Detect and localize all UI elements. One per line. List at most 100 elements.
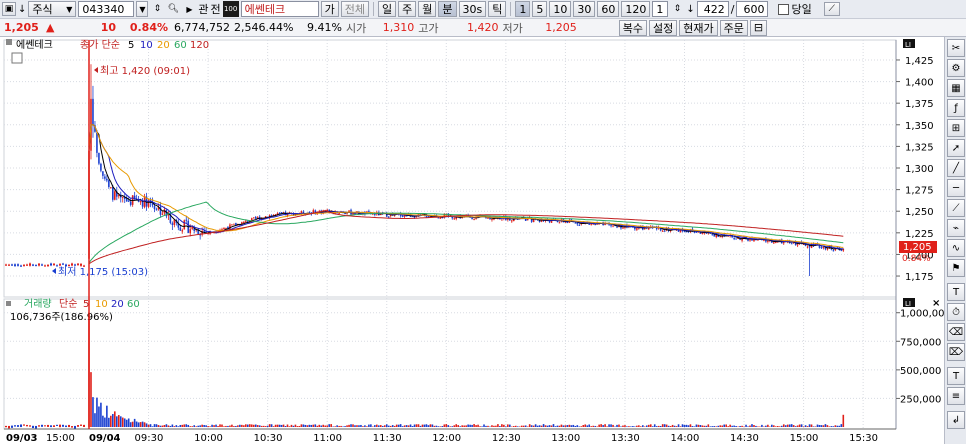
- list-tool-icon[interactable]: ≡: [947, 387, 965, 405]
- flag-tool-icon[interactable]: ⚑: [947, 259, 965, 277]
- volume-bar: [568, 424, 571, 427]
- text-tool-icon[interactable]: T: [947, 283, 965, 301]
- order-button[interactable]: 주문: [719, 19, 748, 36]
- volume-bar: [308, 424, 311, 427]
- period-month-button[interactable]: 월: [418, 1, 437, 17]
- text-box-tool-icon[interactable]: T: [947, 367, 965, 385]
- wave-tool-icon[interactable]: ∿: [947, 239, 965, 257]
- low-annotation-label: 최저 1,175 (15:03): [58, 266, 148, 278]
- spin-icon[interactable]: ⇕: [150, 2, 164, 16]
- candle-body: [112, 187, 114, 200]
- erase-all-tool-icon[interactable]: ⌦: [947, 343, 965, 361]
- time-tick-label: 11:30: [373, 433, 402, 444]
- line-tool-icon[interactable]: ─: [947, 179, 965, 197]
- candle-body: [26, 264, 28, 266]
- volume-bar: [241, 424, 243, 427]
- volume-bar: [788, 424, 791, 427]
- play-icon[interactable]: ▶: [182, 2, 196, 16]
- volume-bar: [497, 424, 499, 427]
- candle-body: [11, 264, 13, 266]
- volume-bar: [834, 425, 837, 427]
- chart-type-icon[interactable]: ▣: [2, 2, 16, 16]
- indicator-tool-icon[interactable]: ⊞: [947, 119, 965, 137]
- erase-tool-icon[interactable]: ⌫: [947, 323, 965, 341]
- stock-code-input[interactable]: 043340: [78, 1, 135, 17]
- period-week-button[interactable]: 주: [398, 1, 417, 17]
- interval-30-button[interactable]: 30: [573, 1, 596, 17]
- arrow-down-icon[interactable]: ↓: [686, 4, 694, 15]
- volume-bar: [328, 424, 330, 427]
- interval-5-button[interactable]: 5: [532, 1, 548, 17]
- multi-button[interactable]: 복수: [618, 19, 647, 36]
- crosshair-tool-icon[interactable]: ✂: [947, 39, 965, 57]
- volume-bar: [175, 425, 178, 427]
- color-tool-icon[interactable]: ▦: [947, 79, 965, 97]
- period-day-button[interactable]: 일: [378, 1, 397, 17]
- trendline-tool-icon[interactable]: ╱: [947, 159, 965, 177]
- angle-tool-icon[interactable]: ⟋: [947, 199, 965, 217]
- volume-bar: [262, 425, 265, 427]
- divider: [373, 2, 375, 16]
- chart-settings-icon[interactable]: ⟋: [823, 2, 840, 16]
- volume-bar: [485, 425, 487, 427]
- volume-bar: [312, 424, 315, 427]
- volume-bar: [800, 424, 803, 427]
- period-minute-button[interactable]: 분: [438, 1, 457, 17]
- volume-bar: [685, 424, 688, 427]
- volume-bar: [316, 425, 319, 427]
- candle-body: [17, 264, 19, 266]
- current-price-button[interactable]: 현재가: [679, 19, 718, 36]
- volume-bar: [842, 414, 845, 427]
- volume-bar: [131, 421, 134, 427]
- volume-bar: [578, 426, 581, 427]
- change-value: 10: [100, 21, 116, 34]
- volume-bar: [784, 425, 787, 427]
- search-icon[interactable]: 🔍︎: [166, 2, 180, 16]
- volume-bar: [108, 417, 110, 427]
- gwan-button[interactable]: 관: [198, 1, 208, 17]
- market-select[interactable]: 주식 ▼: [28, 1, 77, 17]
- jeon-button[interactable]: 전: [211, 1, 221, 17]
- today-checkbox[interactable]: [778, 3, 790, 15]
- all-button[interactable]: 전체: [340, 1, 370, 17]
- volume-bar: [632, 426, 634, 427]
- formula-tool-icon[interactable]: ƒ: [947, 99, 965, 117]
- candle-body: [23, 264, 25, 266]
- volume-bar: [532, 425, 535, 427]
- settings-button[interactable]: 설정: [648, 19, 678, 36]
- chart-area[interactable]: 1,425 1,400 1,375 1,350 1,325 1,300 1,275 1,250…: [0, 37, 951, 444]
- volume-bar: [786, 424, 789, 427]
- period-30s-button[interactable]: 30s: [458, 1, 487, 17]
- candle-body: [713, 234, 716, 237]
- sort-icon[interactable]: ↓: [18, 4, 26, 15]
- volume-bar: [816, 424, 819, 427]
- pointer-tool-icon[interactable]: ➚: [947, 139, 965, 157]
- ga-button[interactable]: 가: [320, 1, 339, 17]
- price-volume-chart[interactable]: 1,425 1,400 1,375 1,350 1,325 1,300 1,275 1,250…: [0, 37, 951, 444]
- volume-bar: [352, 424, 354, 427]
- period-tick-button[interactable]: 틱: [488, 1, 507, 17]
- interval-1-button[interactable]: 1: [515, 1, 531, 17]
- interval-input[interactable]: 1: [652, 1, 669, 17]
- time-tool-icon[interactable]: ⏱: [947, 303, 965, 321]
- volume-bar: [560, 424, 563, 427]
- close-icon[interactable]: ×: [932, 298, 940, 309]
- code-dropdown-button[interactable]: ▼: [136, 1, 149, 17]
- interval-10-button[interactable]: 10: [549, 1, 572, 17]
- volume-bar: [749, 425, 751, 427]
- volume-bar: [98, 406, 100, 427]
- exit-tool-icon[interactable]: ↲: [947, 411, 965, 429]
- window-icon[interactable]: ⊟: [749, 19, 768, 36]
- volume-bar: [572, 424, 575, 427]
- volume-bar: [397, 424, 400, 427]
- volume-bar: [703, 425, 706, 427]
- interval-120-button[interactable]: 120: [621, 1, 651, 17]
- auto-tool-icon[interactable]: ⌁: [947, 219, 965, 237]
- zoom-tool-icon[interactable]: ⚙: [947, 59, 965, 77]
- collapse-icon[interactable]: [11, 52, 23, 64]
- count-total-input[interactable]: 600: [736, 1, 769, 17]
- spin-icon[interactable]: ⇕: [670, 2, 684, 16]
- interval-60-button[interactable]: 60: [597, 1, 620, 17]
- count-current-input[interactable]: 422: [696, 1, 729, 17]
- volume-bar: [358, 425, 360, 427]
